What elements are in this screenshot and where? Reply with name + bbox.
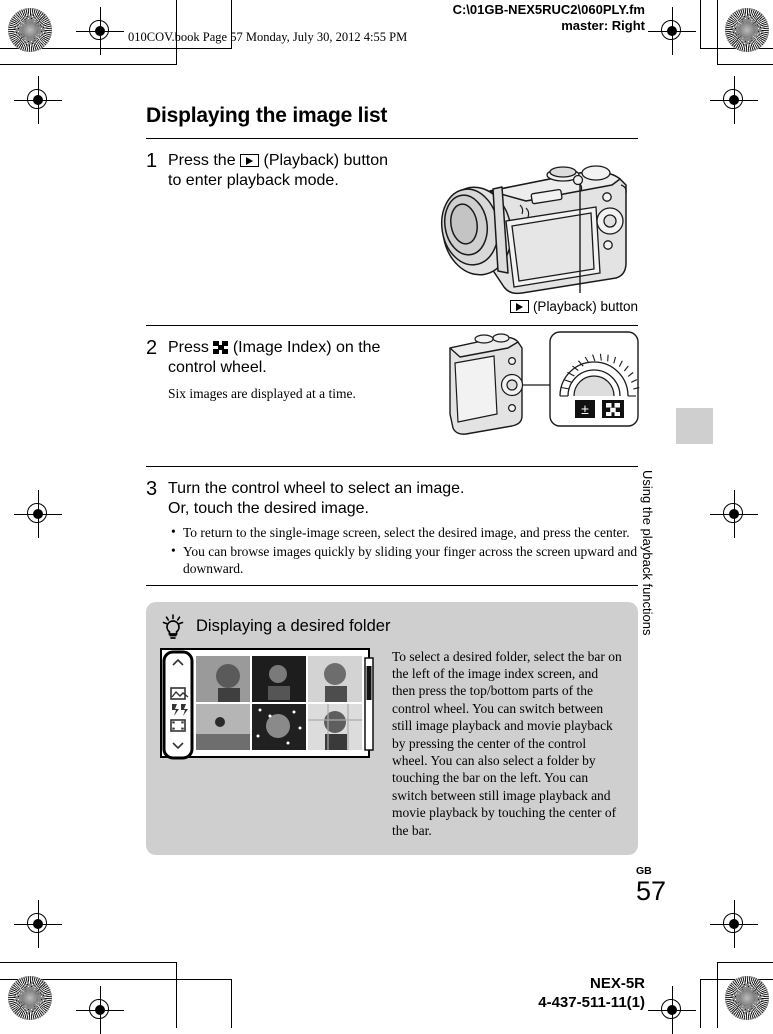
tip-title: Displaying a desired folder <box>196 617 390 636</box>
step-2-instruction: Press (Image Index) on the control wheel… <box>168 338 418 378</box>
registration-mark-left-middle <box>23 499 53 529</box>
tip-body: To select a desired folder, select the b… <box>160 648 624 839</box>
control-wheel-illustration: ± <box>442 330 642 436</box>
density-target-bottom-right <box>725 976 769 1020</box>
step-1: 1 Press the (Playback) button to enter p… <box>146 139 638 325</box>
crop-line-bottom-left-h2 <box>0 962 176 963</box>
step-3-bullet-1: To return to the single-image screen, se… <box>183 524 638 542</box>
tip-description: To select a desired folder, select the b… <box>392 648 624 839</box>
footer-model: NEX-5R <box>538 974 645 993</box>
step-1-figure-caption: (Playback) button <box>510 299 638 314</box>
step-2-text-before: Press <box>168 339 209 356</box>
density-target-top-left <box>8 8 52 52</box>
tip-header: Displaying a desired folder <box>162 614 624 640</box>
registration-mark-bottom-right <box>657 995 687 1025</box>
svg-text:±: ± <box>581 401 589 417</box>
crop-line-bottom-right-v <box>700 979 701 1028</box>
image-index-icon <box>213 341 228 354</box>
step-2: 2 Press (Image Index) on the control whe… <box>146 326 638 466</box>
camera-rear-illustration <box>430 145 642 297</box>
registration-mark-top-right <box>657 16 687 46</box>
crop-line-bottom-left-v2 <box>176 962 177 1028</box>
crop-line-top-right-v2 <box>717 0 718 65</box>
crop-line-top-left-h <box>0 64 176 65</box>
chapter-tab-marker <box>676 408 713 444</box>
step-2-subtext: Six images are displayed at a time. <box>168 385 418 403</box>
registration-mark-bottom-left <box>85 995 115 1025</box>
file-path-header: C:\01GB-NEX5RUC2\060PLY.fm master: Right <box>453 2 645 34</box>
exposure-compensation-icon: ± <box>575 400 595 418</box>
step-3-number: 3 <box>146 479 168 579</box>
playback-icon <box>240 154 259 167</box>
chapter-tab-label: Using the playback functions <box>640 470 655 690</box>
step-1-caption-text: (Playback) button <box>533 299 638 314</box>
lightbulb-icon <box>162 614 184 640</box>
step-3: 3 Turn the control wheel to select an im… <box>146 467 638 585</box>
crop-line-top-right-h2 <box>717 64 773 65</box>
image-index-icon-on-wheel <box>602 400 624 418</box>
crop-line-bottom-right-h2 <box>717 962 773 963</box>
image-index-screen-illustration <box>160 648 378 839</box>
book-info-line: 010COV.book Page 57 Monday, July 30, 201… <box>128 30 407 45</box>
page-number-block: GB 57 <box>636 866 666 905</box>
page-content: Displaying the image list 1 Press the (P… <box>146 104 638 855</box>
registration-mark-right-lower <box>719 909 749 939</box>
registration-mark-right-upper <box>719 85 749 115</box>
step-3-bullet-list: To return to the single-image screen, se… <box>168 524 638 578</box>
density-target-top-right <box>725 8 769 52</box>
registration-mark-top-left <box>85 16 115 46</box>
crop-line-bottom-left-v <box>231 979 232 1028</box>
footer-block: NEX-5R 4-437-511-11(1) <box>538 974 645 1012</box>
step-3-instruction-line2: Or, touch the desired image. <box>168 499 638 519</box>
page-number: 57 <box>636 877 666 905</box>
page-title: Displaying the image list <box>146 104 638 128</box>
density-target-bottom-left <box>8 976 52 1020</box>
step-2-number: 2 <box>146 338 168 460</box>
tip-box: Displaying a desired folder <box>146 602 638 855</box>
divider-after-step-3 <box>146 585 638 586</box>
crop-line-bottom-right-v2 <box>717 962 718 1028</box>
registration-mark-left-lower <box>23 909 53 939</box>
file-path-line1: C:\01GB-NEX5RUC2\060PLY.fm <box>453 2 645 17</box>
step-3-bullet-2: You can browse images quickly by sliding… <box>183 543 638 578</box>
registration-mark-left-upper <box>23 85 53 115</box>
file-path-line2: master: Right <box>453 18 645 34</box>
playback-icon-caption <box>510 300 529 313</box>
step-1-instruction: Press the (Playback) button to enter pla… <box>168 151 398 191</box>
step-1-number: 1 <box>146 151 168 319</box>
crop-line-top-right-v <box>700 0 701 49</box>
step-1-text-before: Press the <box>168 152 236 169</box>
step-3-instruction-line1: Turn the control wheel to select an imag… <box>168 479 638 499</box>
registration-mark-right-middle <box>719 499 749 529</box>
footer-part-number: 4-437-511-11(1) <box>538 993 645 1012</box>
